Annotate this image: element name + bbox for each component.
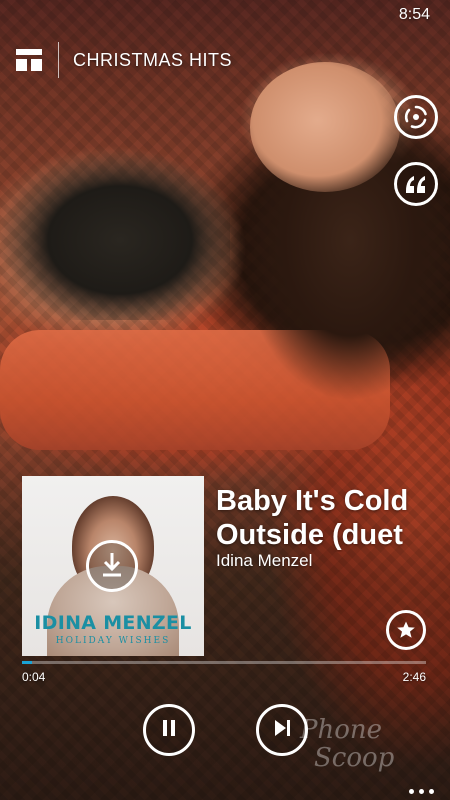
quote-button[interactable] — [394, 162, 438, 206]
smart-dj-button[interactable] — [394, 95, 438, 139]
download-icon — [99, 550, 125, 583]
quote-icon — [404, 173, 428, 195]
favorite-button[interactable] — [386, 610, 426, 650]
album-art-title-text: HOLIDAY WISHES — [55, 636, 171, 646]
elapsed-time: 0:04 — [22, 670, 46, 684]
total-time: 2:46 — [402, 670, 426, 684]
album-art-artist-text: IDINA MENZEL — [34, 612, 192, 634]
track-artist[interactable]: Idina Menzel — [216, 551, 312, 571]
collection-icon[interactable] — [16, 47, 42, 73]
watermark: Phone Scoop — [300, 715, 395, 773]
download-button[interactable] — [86, 540, 138, 592]
artist-background-image — [0, 0, 450, 800]
progress-bar[interactable] — [22, 661, 426, 664]
progress-fill — [22, 661, 32, 664]
header-divider — [58, 42, 59, 78]
status-time: 8:54 — [398, 6, 430, 23]
pause-button[interactable] — [143, 704, 195, 756]
mix-icon — [403, 104, 429, 130]
pause-icon — [160, 718, 178, 743]
track-title: Baby It's Cold Outside (duet — [216, 485, 409, 551]
header: CHRISTMAS HITS — [16, 42, 232, 78]
playlist-title[interactable]: CHRISTMAS HITS — [73, 50, 232, 71]
star-icon — [396, 620, 416, 640]
skip-next-icon — [272, 718, 292, 743]
more-dots-icon[interactable] — [409, 789, 434, 794]
